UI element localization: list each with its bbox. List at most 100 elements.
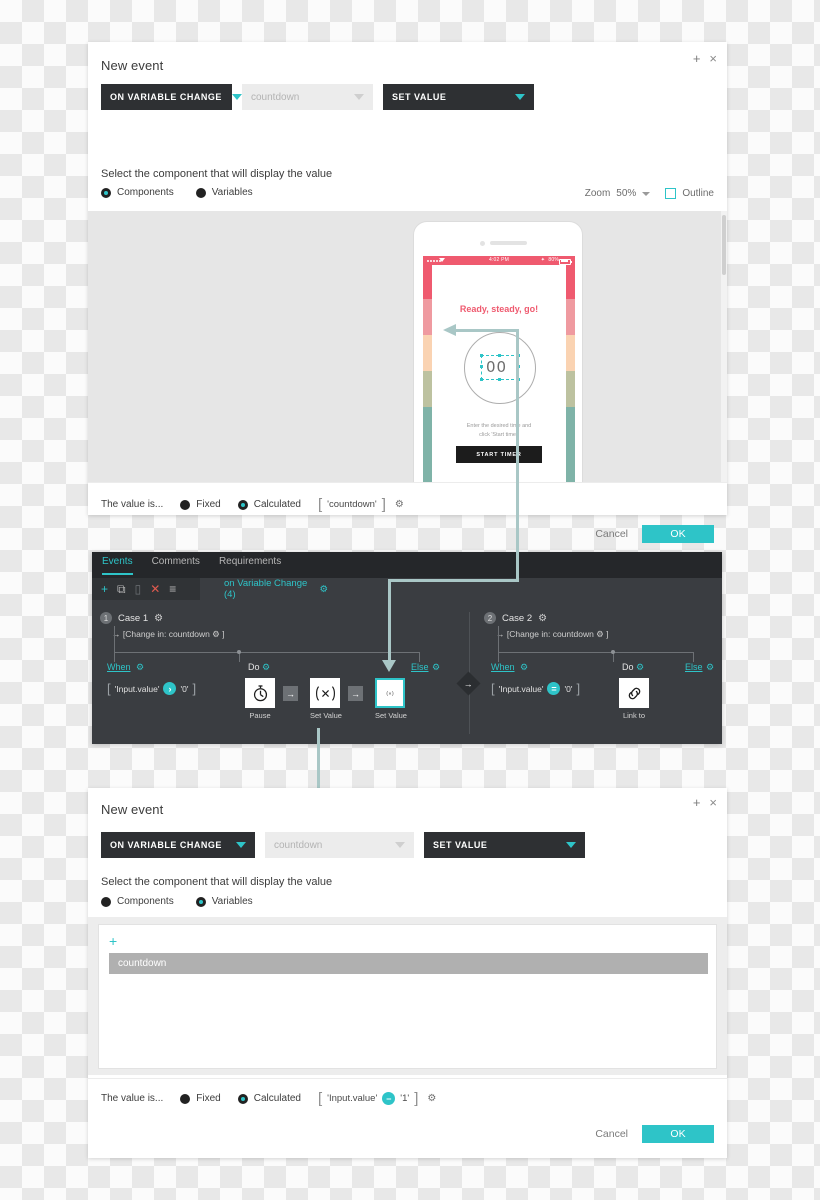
paste-icon[interactable]: ▯: [135, 583, 142, 595]
stripe-5: [423, 407, 432, 482]
event-selects-bottom: ON VARIABLE CHANGE countdown SET VALUE: [101, 832, 585, 858]
do-label[interactable]: Do: [622, 662, 634, 672]
radio-variables-top[interactable]: Variables: [195, 187, 253, 198]
tab-requirements[interactable]: Requirements: [219, 556, 281, 575]
action-select-bottom[interactable]: SET VALUE: [424, 832, 585, 858]
ok-button[interactable]: OK: [642, 525, 714, 543]
radio-fixed-top[interactable]: Fixed: [180, 499, 221, 510]
canvas-scrollbar[interactable]: [721, 211, 727, 482]
new-event-dialog-bottom: New event + × ON VARIABLE CHANGE countdo…: [88, 788, 727, 1158]
phone-screen: 4:02 PM ✦ 80% Ready, steady, go! 00 Ente…: [423, 256, 575, 482]
case-condition[interactable]: → [Change in: countdown ⚙ ]: [496, 629, 719, 640]
when-expression-case2[interactable]: [ 'Input.value' = '0' ]: [491, 682, 580, 695]
radio-fixed-bottom[interactable]: Fixed: [180, 1093, 221, 1104]
expression-bottom[interactable]: [ 'Input.value' − '1' ]: [318, 1091, 418, 1106]
radio-dot-icon: [195, 896, 206, 907]
gear-icon[interactable]: ⚙: [706, 662, 714, 673]
connector-line-h2: [388, 579, 519, 582]
set-value-icon: [310, 678, 340, 708]
bracket-close: ]: [381, 496, 386, 513]
target-select-top[interactable]: countdown: [242, 84, 373, 110]
events-panel-tabs: Events Comments Requirements: [102, 556, 281, 575]
gear-icon[interactable]: ⚙: [520, 662, 528, 673]
when-expression-case1[interactable]: [ 'Input.value' › '0' ]: [107, 682, 196, 695]
action-set-value-2[interactable]: Set Value: [375, 678, 407, 720]
trigger-select-bottom[interactable]: ON VARIABLE CHANGE: [101, 832, 255, 858]
bracket-close: ]: [414, 1090, 419, 1107]
action-link-to[interactable]: Link to: [619, 678, 649, 720]
target-select-bottom[interactable]: countdown: [265, 832, 414, 858]
add-icon[interactable]: +: [693, 52, 701, 65]
gear-icon[interactable]: ⚙: [262, 662, 270, 673]
action-select-label: SET VALUE: [433, 840, 488, 850]
cancel-button[interactable]: Cancel: [595, 528, 628, 540]
phone-mockup: 4:02 PM ✦ 80% Ready, steady, go! 00 Ente…: [413, 221, 583, 482]
outline-checkbox[interactable]: [665, 188, 677, 199]
start-timer-button[interactable]: START TIMER: [456, 446, 542, 463]
branch-when: [498, 652, 499, 662]
action-label: Pause: [249, 711, 271, 720]
action-pause[interactable]: Pause: [245, 678, 275, 720]
stripe-r5: [566, 407, 575, 482]
radio-dot-icon: [101, 187, 111, 198]
sort-icon[interactable]: ≡: [169, 583, 176, 595]
add-variable-icon[interactable]: +: [109, 934, 117, 948]
ok-button[interactable]: OK: [642, 1125, 714, 1143]
else-label[interactable]: Else: [411, 662, 429, 672]
gear-icon[interactable]: ⚙: [538, 613, 547, 624]
radio-dot-icon: [237, 499, 248, 510]
gear-icon[interactable]: ⚙: [136, 662, 144, 673]
helper-text-top: Select the component that will display t…: [101, 168, 333, 180]
radio-variables-bottom[interactable]: Variables: [195, 896, 253, 907]
case-condition[interactable]: → [Change in: countdown ⚙ ]: [112, 629, 465, 640]
close-icon[interactable]: ×: [709, 52, 717, 65]
radio-dot-icon: [180, 499, 191, 510]
expr-left: 'Input.value': [498, 683, 544, 694]
zoom-value[interactable]: 50%: [616, 188, 636, 199]
window-controls-bottom: + ×: [693, 796, 717, 809]
chevron-down-icon: [395, 842, 405, 848]
chevron-down-icon[interactable]: [642, 191, 651, 196]
gear-icon[interactable]: ⚙: [636, 662, 644, 673]
when-label[interactable]: When: [107, 662, 131, 672]
radio-calculated-top[interactable]: Calculated: [237, 499, 301, 510]
event-tab-label: on Variable Change (4): [224, 578, 308, 600]
radio-components-bottom[interactable]: Components: [101, 896, 174, 907]
preview-canvas[interactable]: 4:02 PM ✦ 80% Ready, steady, go! 00 Ente…: [88, 211, 727, 482]
connector-line-v2: [388, 579, 391, 662]
gear-icon[interactable]: ⚙: [154, 613, 163, 624]
zoom-controls: Zoom 50% Outline: [585, 188, 714, 199]
event-tab-on-variable-change[interactable]: on Variable Change (4) ⚙: [212, 578, 340, 600]
page-title: New event: [101, 802, 164, 817]
gear-icon[interactable]: ⚙: [427, 1093, 436, 1104]
add-icon[interactable]: +: [693, 796, 701, 809]
selection-box[interactable]: [480, 354, 520, 381]
app-hint-line2: click 'Start timer': [479, 432, 519, 438]
duplicate-icon[interactable]: ⧉: [117, 583, 126, 595]
do-label[interactable]: Do: [248, 662, 260, 672]
list-item[interactable]: countdown: [109, 953, 708, 974]
arrow-right-icon: →: [464, 678, 473, 689]
tab-events[interactable]: Events: [102, 556, 133, 575]
page-title: New event: [101, 58, 164, 73]
close-icon[interactable]: ×: [709, 796, 717, 809]
trigger-select-top[interactable]: ON VARIABLE CHANGE: [101, 84, 242, 110]
else-label[interactable]: Else: [685, 662, 703, 672]
expression-top[interactable]: [ 'countdown' ]: [318, 497, 386, 512]
action-set-value-1[interactable]: Set Value: [310, 678, 342, 720]
new-event-dialog-top: New event + × ON VARIABLE CHANGE countdo…: [88, 42, 727, 543]
radio-calculated-bottom[interactable]: Calculated: [237, 1093, 301, 1104]
bracket-close: ]: [192, 681, 197, 696]
radio-components-top[interactable]: Components: [101, 187, 174, 198]
status-bar: 4:02 PM ✦ 80%: [423, 256, 575, 265]
when-label[interactable]: When: [491, 662, 515, 672]
delete-icon[interactable]: ✕: [150, 583, 160, 595]
action-select-top[interactable]: SET VALUE: [383, 84, 534, 110]
gear-icon[interactable]: ⚙: [395, 499, 404, 510]
gear-icon[interactable]: ⚙: [432, 662, 440, 673]
gear-icon[interactable]: ⚙: [319, 584, 328, 595]
cancel-button[interactable]: Cancel: [595, 1128, 628, 1140]
add-icon[interactable]: +: [101, 583, 108, 595]
action-label: Link to: [622, 711, 646, 720]
tab-comments[interactable]: Comments: [152, 556, 200, 575]
